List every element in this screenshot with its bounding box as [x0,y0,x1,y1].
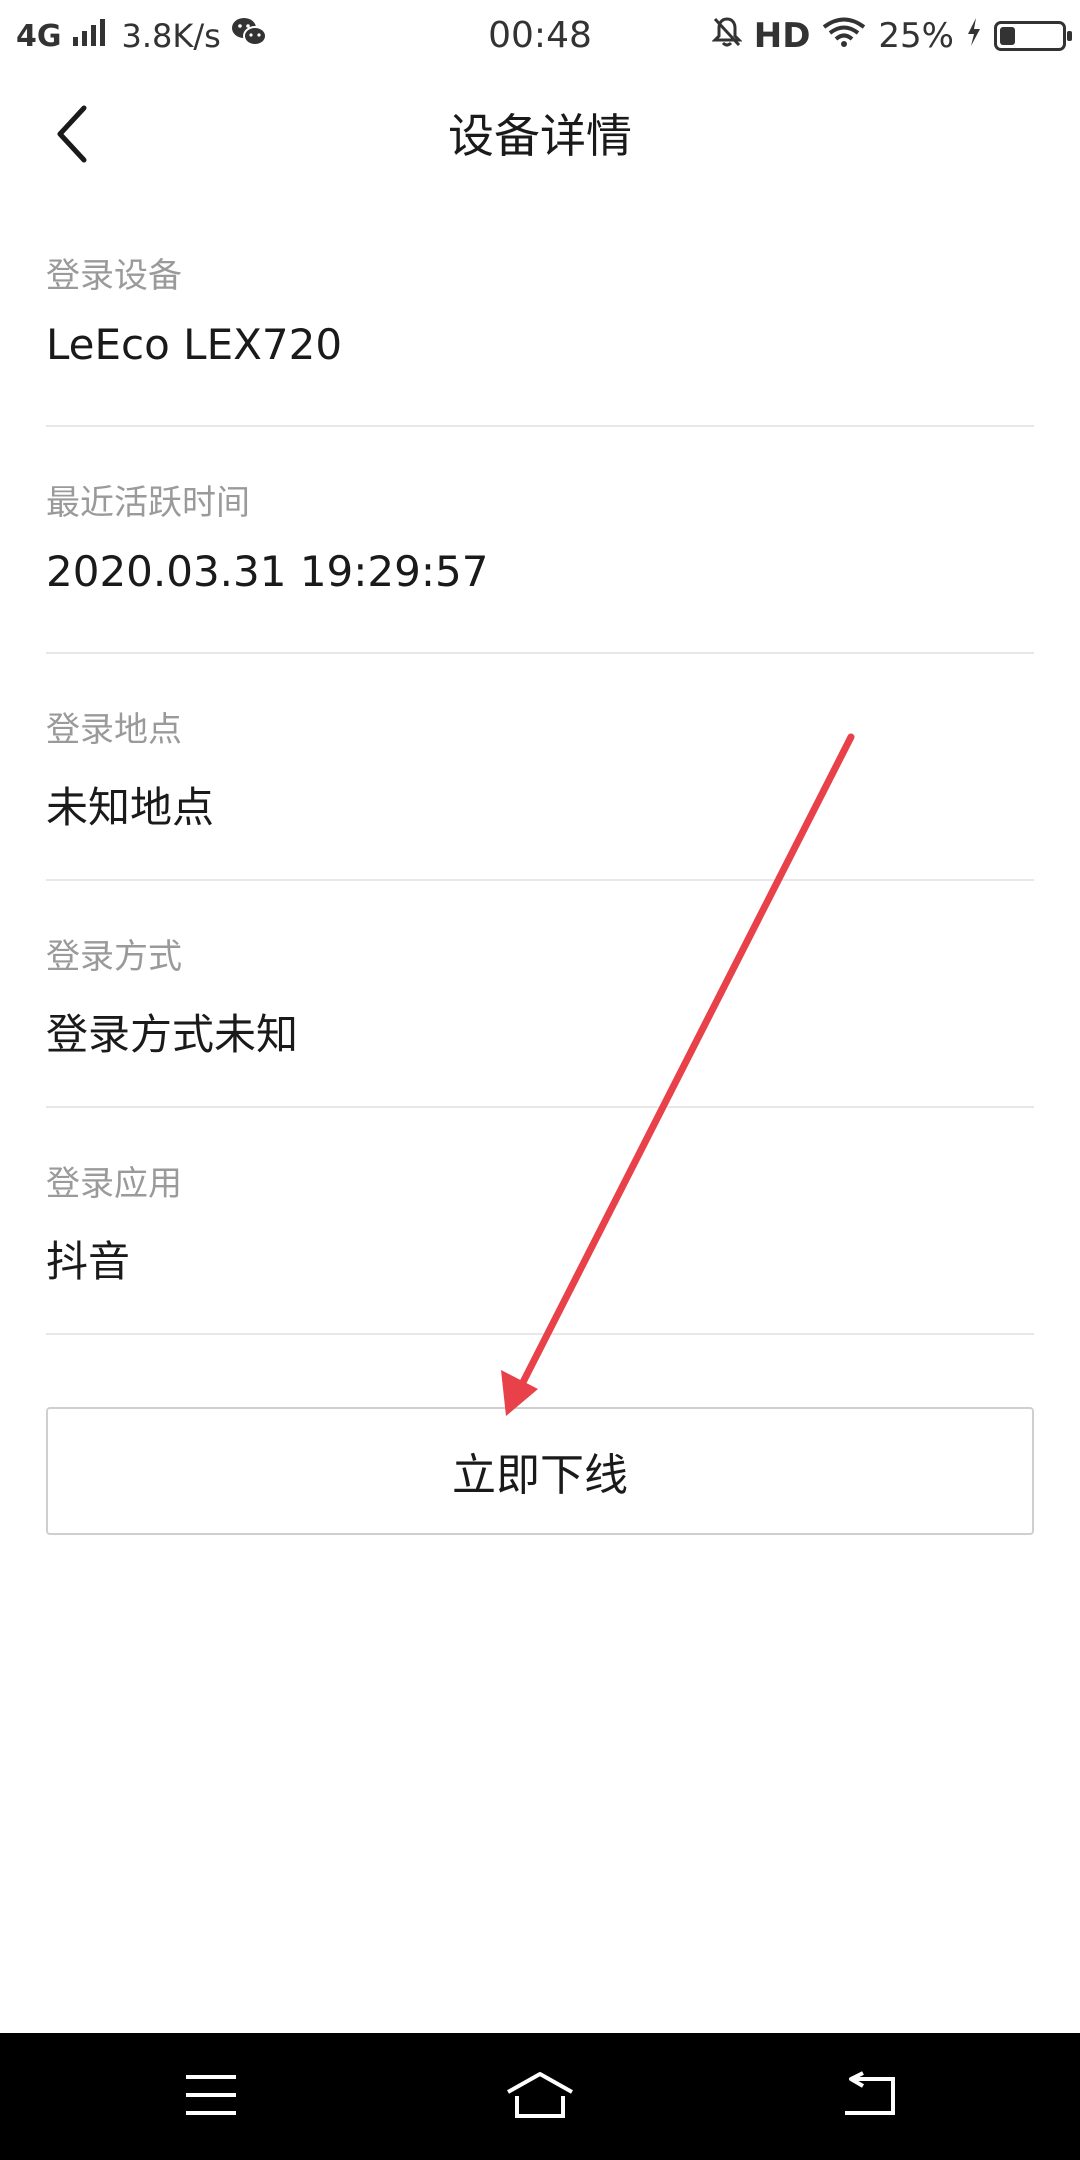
detail-value: 抖音 [46,1237,131,1286]
nav-menu-button[interactable] [151,2053,271,2141]
system-nav-bar [0,2033,1080,2160]
menu-icon [184,2073,238,2121]
detail-row-login-method: 登录方式 登录方式未知 [46,881,1034,1108]
battery-fill [1000,27,1015,45]
mute-bell-icon [711,16,743,56]
status-right: HD 25% [711,0,1072,72]
detail-label: 登录应用 [46,1164,182,1204]
back-icon [839,2071,899,2123]
detail-label: 登录地点 [46,710,182,750]
battery-percent: 25% [878,16,954,56]
wifi-icon [822,16,866,56]
home-icon [505,2070,575,2124]
detail-label: 登录设备 [46,256,182,296]
detail-row-last-active: 最近活跃时间 2020.03.31 19:29:57 [46,427,1034,654]
charging-icon [966,17,982,55]
offline-now-button[interactable]: 立即下线 [46,1407,1034,1535]
detail-row-device: 登录设备 LeEco LEX720 [46,200,1034,427]
detail-row-location: 登录地点 未知地点 [46,654,1034,881]
detail-label: 登录方式 [46,937,182,977]
hd-indicator: HD [753,16,811,56]
detail-value: LeEco LEX720 [46,320,343,369]
battery-icon [994,21,1072,51]
status-bar: 4G 3.8K/s 00:48 HD 25% [0,0,1080,72]
nav-back-button[interactable] [809,2053,929,2141]
detail-label: 最近活跃时间 [46,483,250,523]
title-bar: 设备详情 [0,72,1080,200]
detail-row-login-app: 登录应用 抖音 [46,1108,1034,1335]
detail-value: 登录方式未知 [46,1010,299,1059]
page-title: 设备详情 [448,109,632,163]
detail-value: 未知地点 [46,783,215,832]
detail-value: 2020.03.31 19:29:57 [46,547,489,596]
nav-home-button[interactable] [480,2053,600,2141]
device-details: 登录设备 LeEco LEX720 最近活跃时间 2020.03.31 19:2… [46,200,1034,1335]
